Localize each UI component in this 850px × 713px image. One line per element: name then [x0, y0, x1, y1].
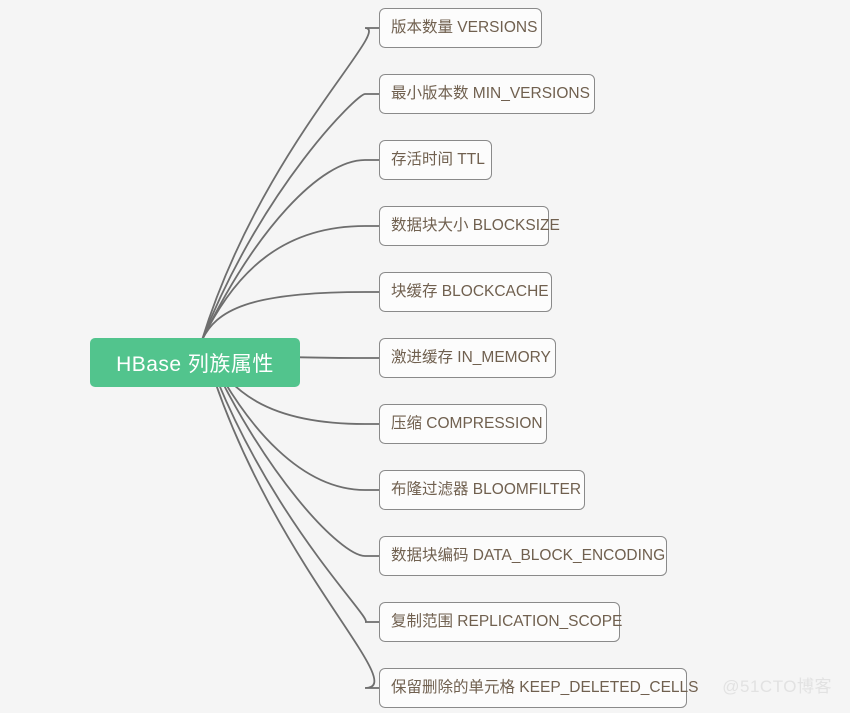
- mindmap-canvas: HBase 列族属性 版本数量 VERSIONS 最小版本数 MIN_VERSIO…: [0, 0, 850, 713]
- branch-node-label: 数据块编码 DATA_BLOCK_ENCODING: [391, 547, 666, 565]
- branch-node-label: 版本数量 VERSIONS: [391, 19, 538, 37]
- mindmap-branch-node[interactable]: 版本数量 VERSIONS: [379, 8, 542, 48]
- watermark: @51CTO博客: [722, 677, 832, 696]
- mindmap-root-node[interactable]: HBase 列族属性: [90, 338, 300, 387]
- mindmap-branch-node[interactable]: 复制范围 REPLICATION_SCOPE: [379, 602, 623, 642]
- branch-node-label: 激进缓存 IN_MEMORY: [391, 349, 551, 367]
- branch-node-label: 块缓存 BLOCKCACHE: [391, 283, 549, 301]
- mindmap-branch-node[interactable]: 块缓存 BLOCKCACHE: [379, 272, 552, 312]
- branch-node-label: 数据块大小 BLOCKSIZE: [391, 217, 560, 235]
- branch-node-label: 布隆过滤器 BLOOMFILTER: [391, 481, 582, 499]
- branch-node-label: 保留删除的单元格 KEEP_DELETED_CELLS: [391, 679, 699, 697]
- branch-node-label: 压缩 COMPRESSION: [391, 415, 543, 433]
- mindmap-branch-node[interactable]: 布隆过滤器 BLOOMFILTER: [379, 470, 585, 510]
- mindmap-branch-node[interactable]: 存活时间 TTL: [379, 140, 492, 180]
- mindmap-branch-node[interactable]: 数据块编码 DATA_BLOCK_ENCODING: [379, 536, 667, 576]
- mindmap-edge: [201, 291, 380, 341]
- mindmap-edge: [201, 93, 380, 341]
- branch-node-label: 最小版本数 MIN_VERSIONS: [391, 85, 590, 103]
- mindmap-branch-node[interactable]: 最小版本数 MIN_VERSIONS: [379, 74, 595, 114]
- branch-node-label: 复制范围 REPLICATION_SCOPE: [391, 613, 623, 631]
- root-node-label: HBase 列族属性: [116, 352, 274, 376]
- mindmap-edge: [201, 339, 380, 689]
- mindmap-branch-node[interactable]: 激进缓存 IN_MEMORY: [379, 338, 556, 378]
- mindmap-edge: [201, 225, 380, 341]
- mindmap-branch-node[interactable]: 保留删除的单元格 KEEP_DELETED_CELLS: [379, 668, 699, 708]
- branch-node-label: 存活时间 TTL: [391, 151, 485, 169]
- mindmap-edge: [201, 159, 380, 341]
- mindmap-edge: [201, 27, 380, 341]
- mindmap-branch-node[interactable]: 压缩 COMPRESSION: [379, 404, 547, 444]
- mindmap-branch-node[interactable]: 数据块大小 BLOCKSIZE: [379, 206, 560, 246]
